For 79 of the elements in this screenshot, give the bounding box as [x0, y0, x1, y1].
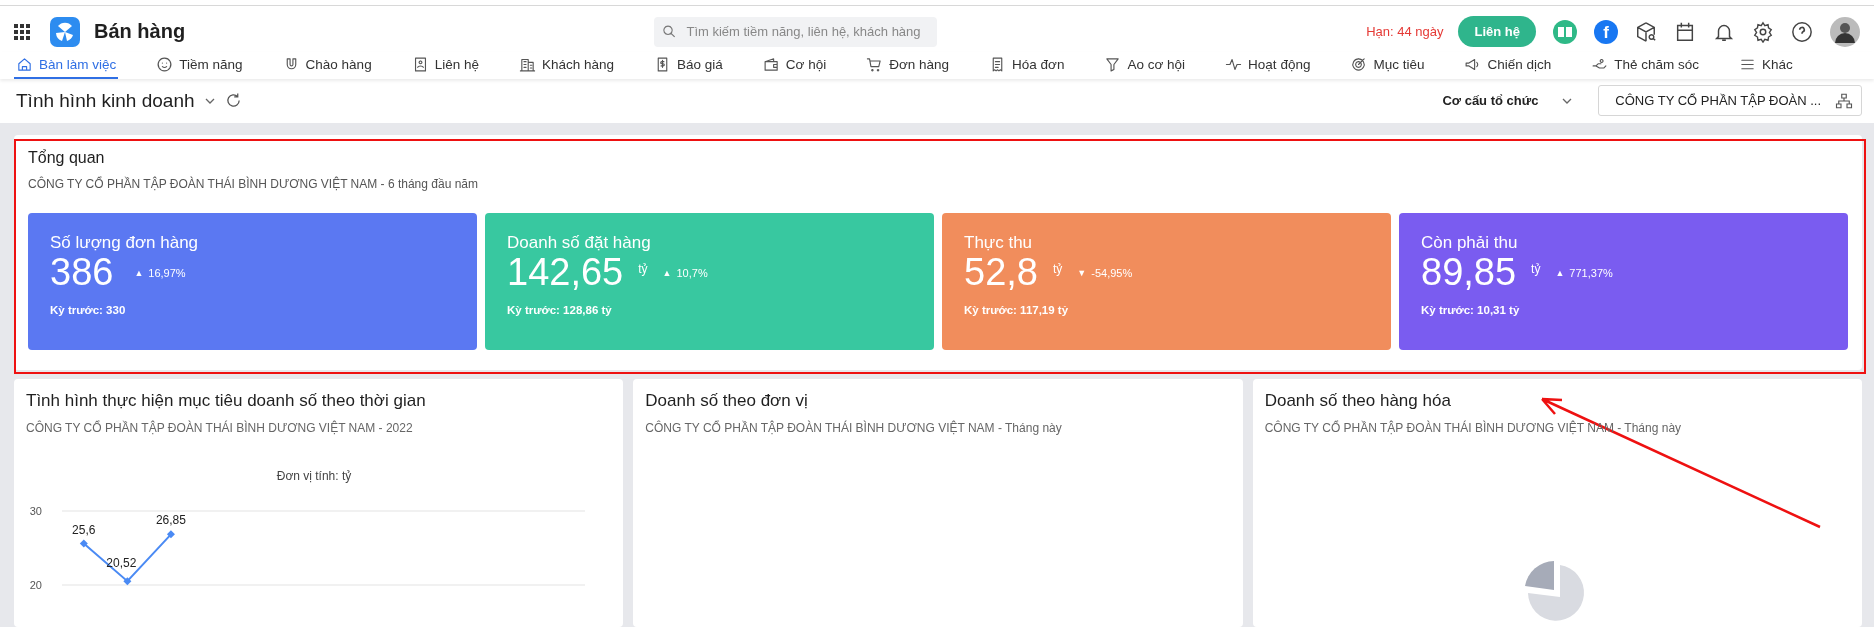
deadline-text: Hạn: 44 ngày [1366, 24, 1444, 40]
data-point [123, 577, 132, 586]
org-structure-dropdown[interactable]: Cơ cấu tổ chức [1436, 92, 1579, 110]
stat-value: 52,8 [964, 251, 1038, 294]
stat-unit: tỷ [1531, 261, 1541, 276]
panel-title: Tình hình thực hiện mục tiêu doanh số theo thời gian [25, 391, 427, 411]
org-chart-icon [1835, 91, 1853, 110]
facebook-icon[interactable]: f [1594, 19, 1618, 44]
stat-previous: Kỳ trước: 330 [50, 304, 127, 316]
chart-title: Đơn vị tính: tỷ [276, 469, 352, 483]
nav-tab[interactable]: Khách hàng [516, 51, 616, 79]
nav-tab[interactable]: Hoạt động [1223, 51, 1313, 79]
nav-tab[interactable]: Thẻ chăm sóc [1589, 51, 1702, 79]
stat-previous: Kỳ trước: 10,31 tỷ [1421, 304, 1521, 316]
panel-subtitle: CÔNG TY CỔ PHẦN TẬP ĐOÀN THÁI BÌNH DƯƠNG VIỆT NAM - Tháng này [644, 421, 1063, 435]
stat-previous: Kỳ trước: 128,86 tỷ [507, 304, 613, 316]
stat-value: 386 [50, 251, 114, 294]
refresh-icon[interactable] [224, 92, 242, 110]
nav-tab[interactable]: Đơn hàng [864, 51, 952, 79]
box-search-icon[interactable] [1635, 20, 1657, 43]
panel-subtitle: CÔNG TY CỔ PHẦN TẬP ĐOÀN THÁI BÌNH DƯƠNG VIỆT NAM - 2022 [25, 421, 414, 435]
stat-unit: tỷ [1052, 261, 1063, 276]
wallet-icon [762, 55, 780, 73]
stat-label: Còn phải thu [1421, 233, 1519, 253]
settings-icon[interactable] [1752, 20, 1774, 43]
trend-arrow: ▼ [1077, 267, 1087, 278]
calendar-icon[interactable] [1674, 20, 1696, 43]
data-label: 25,6 [72, 522, 96, 537]
stat-label: Thực thu [964, 233, 1034, 253]
trend-arrow: ▲ [134, 267, 144, 278]
stat-change: 16,97% [148, 266, 186, 279]
nav-tab[interactable]: Hóa đơn [987, 51, 1067, 79]
stat-change: 10,7% [676, 266, 708, 279]
data-point [79, 539, 88, 548]
avatar-icon[interactable] [1830, 16, 1860, 47]
nav-tab[interactable]: Tiềm năng [154, 51, 245, 79]
stat-label: Số lượng đơn hàng [50, 233, 200, 253]
nav-tab[interactable]: Khác [1737, 51, 1795, 79]
nav-tab[interactable]: Mục tiêu [1348, 51, 1427, 79]
app-logo-icon [50, 16, 80, 47]
company-select[interactable]: CÔNG TY CỔ PHẦN TẬP ĐOÀN ... [1598, 85, 1862, 117]
panel-title: Doanh số theo hàng hóa [1263, 391, 1452, 411]
nav-tab[interactable]: Ao cơ hội [1102, 51, 1188, 79]
house-icon [16, 55, 33, 73]
data-label: 20,52 [106, 556, 137, 571]
cart-icon [866, 55, 884, 73]
page-title: Tình hình kinh doanh [16, 89, 195, 112]
data-label: 26,85 [155, 513, 186, 528]
data-point [166, 530, 175, 539]
overview-subtitle: CÔNG TY CỔ PHẦN TẬP ĐOÀN THÁI BÌNH DƯƠNG VIỆT NAM - 6 tháng đầu năm [28, 177, 479, 191]
y-tick-label: 20 [29, 579, 42, 591]
trend-arrow: ▲ [1555, 267, 1565, 278]
stat-label: Doanh số đặt hàng [507, 233, 652, 253]
target-icon [1350, 55, 1368, 73]
stat-change: -54,95% [1091, 266, 1133, 279]
search-field[interactable]: Tìm kiếm tiềm năng, liên hệ, khách hàng [654, 16, 937, 47]
nav-tab[interactable]: Chiến dịch [1462, 51, 1554, 79]
caret-icon[interactable] [204, 97, 215, 104]
overview-title: Tổng quan [28, 149, 106, 167]
stat-value: 89,85 [1421, 251, 1517, 294]
stat-value: 142,65 [507, 251, 624, 294]
trend-arrow: ▲ [662, 267, 672, 278]
nav-tab[interactable]: Báo giá [652, 51, 725, 79]
funnel-icon [1104, 55, 1122, 73]
help-icon[interactable] [1791, 20, 1813, 43]
app-grid-icon[interactable] [14, 23, 30, 40]
nav-tab[interactable]: Liên hệ [409, 51, 481, 79]
nav-tab[interactable]: Cơ hội [760, 51, 829, 79]
stat-unit: tỷ [638, 261, 648, 276]
y-tick-label: 30 [29, 505, 42, 517]
nav-tab[interactable]: Bàn làm việc [14, 51, 119, 79]
stat-change: 771,37% [1569, 266, 1613, 279]
panel-title: Doanh số theo đơn vị [644, 391, 809, 411]
caret-icon [1562, 97, 1573, 104]
nav-tab[interactable]: Chào hàng [280, 51, 374, 79]
app-title: Bán hàng [94, 20, 187, 44]
search-icon [662, 24, 677, 40]
stat-previous: Kỳ trước: 117,19 tỷ [964, 304, 1070, 316]
face-icon [156, 55, 174, 73]
